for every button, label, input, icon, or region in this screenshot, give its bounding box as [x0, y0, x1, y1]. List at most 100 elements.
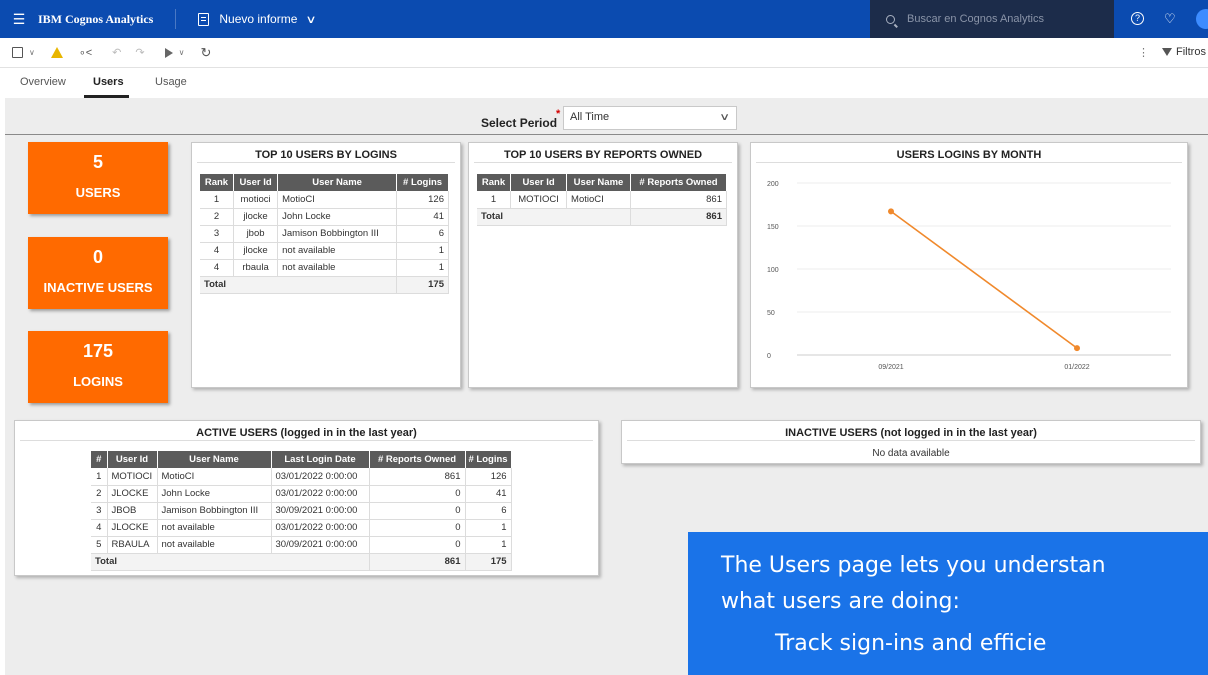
- run-icon[interactable]: [164, 47, 173, 58]
- report-title[interactable]: Nuevo informe: [219, 12, 297, 26]
- search-bar[interactable]: Buscar en Cognos Analytics: [870, 0, 1114, 38]
- column-header[interactable]: User Name: [277, 174, 398, 191]
- filter-icon: [1162, 48, 1172, 56]
- total-label: Total: [91, 553, 370, 571]
- cell-last-login: 03/01/2022 0:00:00: [271, 519, 370, 537]
- cell-logins: 1: [465, 519, 512, 537]
- kpi-users-value: 5: [92, 152, 103, 172]
- kpi-logins-value: 175: [82, 341, 114, 361]
- refresh-icon[interactable]: ↻: [200, 38, 211, 68]
- report-tabs: Overview Users Usage: [0, 68, 1208, 98]
- period-selected-value: All Time: [570, 111, 610, 123]
- cell-user-name: MotioCI: [277, 191, 398, 209]
- search-input[interactable]: Buscar en Cognos Analytics: [907, 13, 1044, 25]
- top-users-by-reports-panel: TOP 10 USERS BY REPORTS OWNED Rank User …: [468, 142, 738, 388]
- cell-user-id: JLOCKE: [107, 519, 158, 537]
- table-row: 5 RBAULA not available 30/09/2021 0:00:0…: [91, 536, 512, 554]
- column-header[interactable]: # Logins: [465, 451, 512, 468]
- table-row: 1 MOTIOCI MotioCI 861: [477, 191, 728, 209]
- kpi-users: 5 USERS: [28, 142, 168, 214]
- top-users-by-logins-panel: TOP 10 USERS BY LOGINS Rank User Id User…: [191, 142, 461, 388]
- cell-user-name: not available: [277, 259, 398, 277]
- cell-user-name: John Locke: [277, 208, 398, 226]
- y-tick-label: 150: [767, 224, 779, 231]
- save-icon[interactable]: [12, 47, 23, 58]
- undo-icon[interactable]: ↶: [112, 38, 121, 68]
- report-icon: [198, 12, 210, 26]
- cognos-window: ☰ IBM Cognos Analytics Nuevo informe ∨ B…: [0, 0, 1208, 675]
- column-header[interactable]: User Id: [107, 451, 158, 468]
- column-header[interactable]: User Id: [510, 174, 568, 191]
- period-label: Select Period: [481, 116, 558, 130]
- column-header[interactable]: User Name: [566, 174, 631, 191]
- cell-rank: 1: [477, 191, 512, 209]
- cell-user-name: MotioCI: [566, 191, 631, 209]
- divider: [5, 134, 1208, 135]
- column-header[interactable]: Rank: [200, 174, 234, 191]
- chevron-down-icon: ∨: [718, 112, 730, 123]
- users-logins-by-month-panel: USERS LOGINS BY MONTH 0 50 100 150 200 09/202…: [750, 142, 1188, 388]
- column-header[interactable]: User Name: [157, 451, 272, 468]
- help-icon[interactable]: ?: [1131, 12, 1144, 25]
- column-header[interactable]: Rank: [477, 174, 512, 191]
- cell-rank: 4: [200, 259, 234, 277]
- cell-rank: 3: [200, 225, 234, 243]
- cell-user-name: Jamison Bobbington III: [157, 502, 272, 520]
- cell-logins: 1: [396, 242, 449, 260]
- y-tick-label: 50: [767, 310, 775, 317]
- kpi-inactive-users-value: 0: [92, 247, 103, 267]
- cell-logins: 126: [465, 468, 512, 486]
- filters-button[interactable]: Filtros: [1162, 46, 1206, 58]
- column-header[interactable]: Last Login Date: [271, 451, 370, 468]
- cell-logins: 41: [396, 208, 449, 226]
- bell-icon[interactable]: ♡: [1164, 11, 1176, 27]
- cell-index: 4: [91, 519, 108, 537]
- cell-rank: 2: [200, 208, 234, 226]
- period-selector: Select Period * All Time ∨: [5, 104, 1208, 130]
- top-logins-table: Rank User Id User Name # Logins 1 motioc…: [200, 174, 449, 294]
- hamburger-menu-icon[interactable]: ☰: [0, 11, 38, 28]
- cell-user-name: not available: [277, 242, 398, 260]
- column-header[interactable]: # Reports Owned: [630, 174, 728, 191]
- tab-usage[interactable]: Usage: [155, 76, 187, 88]
- cell-user-id: RBAULA: [107, 536, 158, 554]
- table-row: 1 MOTIOCI MotioCI 03/01/2022 0:00:00 861…: [91, 468, 512, 486]
- x-tick-label: 09/2021: [878, 364, 903, 371]
- cell-logins: 41: [465, 485, 512, 503]
- kpi-logins: 175 LOGINS: [28, 331, 168, 403]
- column-header[interactable]: User Id: [233, 174, 279, 191]
- table-row: 1 motioci MotioCI 126: [200, 191, 449, 209]
- table-row: 3 jbob Jamison Bobbington III 6: [200, 225, 449, 243]
- total-reports-owned: 861: [369, 553, 466, 571]
- cell-logins: 126: [396, 191, 449, 209]
- data-point: [1074, 345, 1080, 352]
- table-row: 2 jlocke John Locke 41: [200, 208, 449, 226]
- column-header[interactable]: # Logins: [396, 174, 449, 191]
- table-total-row: Total 861 175: [91, 553, 512, 571]
- logins-line-chart: 0 50 100 150 200 09/2021 01/2022: [767, 181, 1171, 371]
- save-dropdown-icon[interactable]: ∨: [29, 38, 35, 68]
- share-icon[interactable]: ∘<: [79, 38, 92, 68]
- app-brand[interactable]: IBM Cognos Analytics: [38, 9, 177, 29]
- tab-overview[interactable]: Overview: [20, 76, 66, 88]
- run-dropdown-icon[interactable]: ∨: [179, 38, 185, 68]
- cell-user-name: John Locke: [157, 485, 272, 503]
- cell-user-id: jlocke: [233, 242, 279, 260]
- more-options-icon[interactable]: ⋮: [1138, 46, 1149, 59]
- cell-logins: 1: [465, 536, 512, 554]
- redo-icon[interactable]: ↷: [135, 38, 144, 68]
- y-tick-label: 200: [767, 181, 779, 188]
- chevron-down-icon[interactable]: ∨: [306, 13, 317, 26]
- cell-last-login: 03/01/2022 0:00:00: [271, 468, 370, 486]
- cell-user-id: rbaula: [233, 259, 279, 277]
- cell-logins: 6: [465, 502, 512, 520]
- column-header[interactable]: #: [91, 451, 108, 468]
- avatar[interactable]: [1196, 9, 1208, 29]
- series-line: [890, 210, 1078, 349]
- period-select[interactable]: All Time ∨: [563, 106, 737, 130]
- column-header[interactable]: # Reports Owned: [369, 451, 466, 468]
- tab-users[interactable]: Users: [93, 76, 124, 88]
- warning-icon[interactable]: [50, 47, 63, 58]
- cell-user-name: MotioCI: [157, 468, 272, 486]
- cell-last-login: 30/09/2021 0:00:00: [271, 502, 370, 520]
